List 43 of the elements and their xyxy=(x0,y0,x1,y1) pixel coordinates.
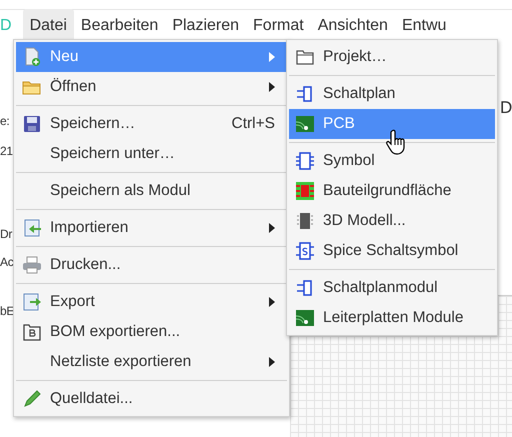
panel-text: Ac xyxy=(0,254,14,271)
menu-bar-item[interactable]: Ansichten xyxy=(310,9,395,43)
menu-item[interactable]: Speichern als Modul xyxy=(16,176,287,206)
menu-item[interactable]: Leiterplatten Module xyxy=(289,303,495,333)
menu-bar-item[interactable]: Format xyxy=(246,9,311,43)
panel-text: D xyxy=(500,97,512,119)
menu-item[interactable]: BOM exportieren... xyxy=(16,317,287,347)
hand-cursor-icon xyxy=(386,129,406,155)
menu-item[interactable]: Speichern… Ctrl+S xyxy=(16,109,287,139)
menu-item[interactable]: 3D Modell... xyxy=(289,206,495,236)
bom-icon xyxy=(22,322,42,342)
footprint-icon xyxy=(295,181,315,201)
panel-text: bE xyxy=(0,303,14,320)
circuit-board-icon xyxy=(295,114,315,134)
menu-item[interactable]: Netzliste exportieren xyxy=(16,347,287,377)
panel-text: e: xyxy=(0,113,10,130)
pencil-icon xyxy=(22,389,42,409)
menu-item[interactable]: Quelldatei... xyxy=(16,384,287,414)
printer-icon xyxy=(22,255,42,275)
circuit-board-icon xyxy=(295,308,315,328)
menu-item[interactable]: Export xyxy=(16,287,287,317)
menu-item[interactable]: Schaltplan xyxy=(289,79,495,109)
import-icon xyxy=(22,218,42,238)
menu-bar-item[interactable]: Bearbeiten xyxy=(74,9,166,43)
menu-item[interactable]: Spice Schaltsymbol xyxy=(289,236,495,266)
menu-item[interactable]: Drucken... xyxy=(16,250,287,280)
export-icon xyxy=(22,292,42,312)
menu-item[interactable]: Schaltplanmodul xyxy=(289,273,495,303)
menu-bar-item[interactable]: Entwu xyxy=(394,9,454,43)
menu-bar-item[interactable]: Plazieren xyxy=(165,9,246,43)
schematic-icon xyxy=(295,84,315,104)
menu-item[interactable]: Symbol xyxy=(289,146,495,176)
chip-icon xyxy=(295,211,315,231)
menu-item[interactable]: Importieren xyxy=(16,213,287,243)
schematic-icon xyxy=(295,278,315,298)
menu-item[interactable]: Bauteilgrundfläche xyxy=(289,176,495,206)
menu-item[interactable]: Speichern unter… xyxy=(16,139,287,169)
symbol-icon xyxy=(295,151,315,171)
menu-item[interactable]: Projekt… xyxy=(289,42,495,72)
menu-item[interactable]: Öffnen xyxy=(16,72,287,102)
panel-text: Dr xyxy=(0,226,12,243)
spice-symbol-icon xyxy=(295,241,315,261)
panel-text: 21 xyxy=(0,143,13,160)
